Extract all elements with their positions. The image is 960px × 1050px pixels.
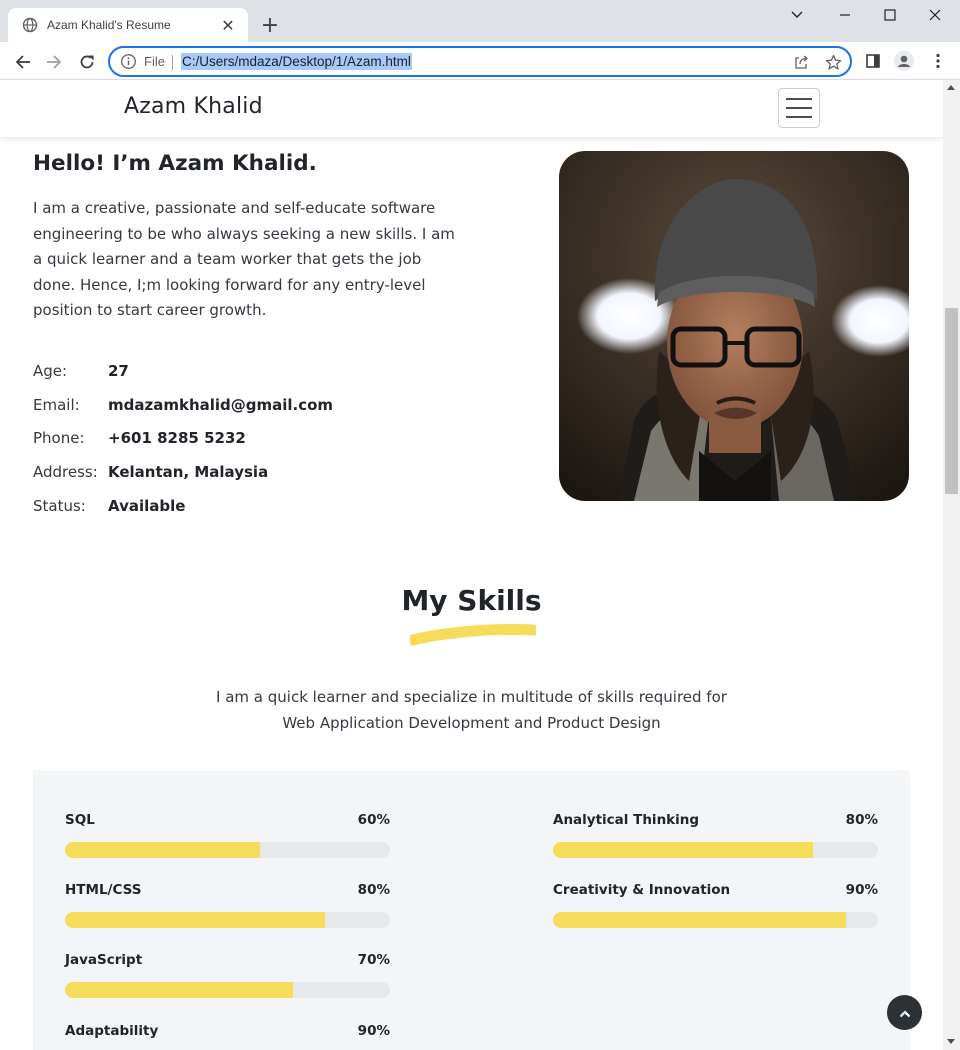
skill-percent: 60% [357,812,390,828]
info-row-address: Address: Kelantan, Malaysia [33,455,333,489]
info-label: Phone: [33,429,85,448]
address-bar[interactable]: File C:/Users/mdaza/Desktop/1/Azam.html [108,46,852,77]
info-value: Kelantan, Malaysia [108,462,269,481]
browser-tab-bar: Azam Khalid's Resume ✕ + [0,0,960,42]
skill-name: Adaptability [65,1023,159,1039]
skill-item: Creativity & Innovation 90% [553,882,878,928]
info-row-email: Email: mdazamkhalid@gmail.com [33,388,333,422]
chevron-up-icon [899,1003,911,1022]
address-scheme-label: File [144,54,165,69]
skill-progress-fill [553,912,846,928]
forward-icon[interactable] [41,49,67,75]
globe-icon [22,17,38,33]
site-info-icon[interactable] [120,53,137,70]
close-window-icon[interactable] [918,4,952,26]
info-value: +601 8285 5232 [108,429,246,448]
share-icon[interactable] [792,53,810,71]
skill-item: Adaptability 90% [65,1023,390,1050]
info-row-phone: Phone: +601 8285 5232 [33,421,333,455]
skill-progress-fill [65,842,260,858]
page-viewport: Azam Khalid Hello! I’m Azam Khalid. I am… [0,80,943,1050]
info-value: Available [108,496,186,515]
skill-progress-track [65,982,390,998]
skill-percent: 80% [845,812,878,828]
skill-name: HTML/CSS [65,882,142,898]
close-tab-icon[interactable]: ✕ [218,15,238,35]
site-brand[interactable]: Azam Khalid [124,94,263,119]
skill-progress-track [65,842,390,858]
tab-title: Azam Khalid's Resume [47,18,171,32]
info-label: Address: [33,462,98,481]
maximize-icon[interactable] [873,4,907,26]
scrollbar-thumb[interactable] [945,308,958,494]
side-panel-icon[interactable] [863,51,883,71]
skill-progress-fill [65,912,325,928]
skill-progress-track [65,912,390,928]
hamburger-icon[interactable] [778,88,820,128]
personal-info: Age: 27 Email: mdazamkhalid@gmail.com Ph… [33,354,333,522]
hamburger-line [786,107,812,109]
hamburger-line [786,98,812,100]
address-url[interactable]: C:/Users/mdaza/Desktop/1/Azam.html [181,53,412,70]
info-label: Age: [33,361,68,380]
scroll-to-top-button[interactable] [887,995,922,1030]
skill-percent: 90% [357,1023,390,1039]
profile-photo [559,151,909,501]
skill-progress-track [553,912,878,928]
page-scrollbar[interactable] [943,80,960,1050]
skills-description: I am a quick learner and specialize in m… [216,688,727,732]
skills-panel: SQL 60% HTML/CSS 80% JavaScript 70% Adaptab… [33,770,910,1050]
skill-percent: 80% [357,882,390,898]
hero-greeting: Hello! I’m Azam Khalid. [33,151,317,176]
minimize-icon[interactable] [828,4,862,26]
tab-search-icon[interactable] [780,4,814,26]
skill-item: HTML/CSS 80% [65,882,390,928]
info-value: mdazamkhalid@gmail.com [108,395,334,414]
skill-name: Creativity & Innovation [553,882,731,898]
skill-name: JavaScript [65,952,143,968]
skill-item: SQL 60% [65,812,390,858]
new-tab-button[interactable]: + [258,13,282,38]
skill-item: JavaScript 70% [65,952,390,998]
skill-progress-fill [65,982,293,998]
skill-progress-track [553,842,878,858]
skill-name: Analytical Thinking [553,812,700,828]
hero-about-text: I am a creative, passionate and self-edu… [33,199,455,319]
skill-item: Analytical Thinking 80% [553,812,878,858]
skill-name: SQL [65,812,95,828]
profile-avatar-icon[interactable] [894,51,914,71]
back-icon[interactable] [10,49,36,75]
info-row-age: Age: 27 [33,354,333,388]
scroll-down-arrow[interactable] [947,1039,955,1044]
browser-tab[interactable]: Azam Khalid's Resume ✕ [8,8,248,42]
info-label: Status: [33,496,86,515]
info-label: Email: [33,395,80,414]
info-row-status: Status: Available [33,489,333,523]
skill-percent: 70% [357,952,390,968]
bookmark-star-icon[interactable] [824,53,842,71]
browser-toolbar: File C:/Users/mdaza/Desktop/1/Azam.html [0,42,960,80]
site-navbar: Azam Khalid [0,80,943,138]
info-value: 27 [108,361,129,380]
skill-percent: 90% [845,882,878,898]
browser-menu-icon[interactable] [928,51,948,71]
reload-icon[interactable] [74,49,100,75]
address-divider [172,55,173,70]
hamburger-line [786,116,812,118]
title-underline [407,622,539,646]
scroll-up-arrow[interactable] [947,85,955,90]
skills-title: My Skills [401,584,542,617]
skill-progress-fill [553,842,813,858]
